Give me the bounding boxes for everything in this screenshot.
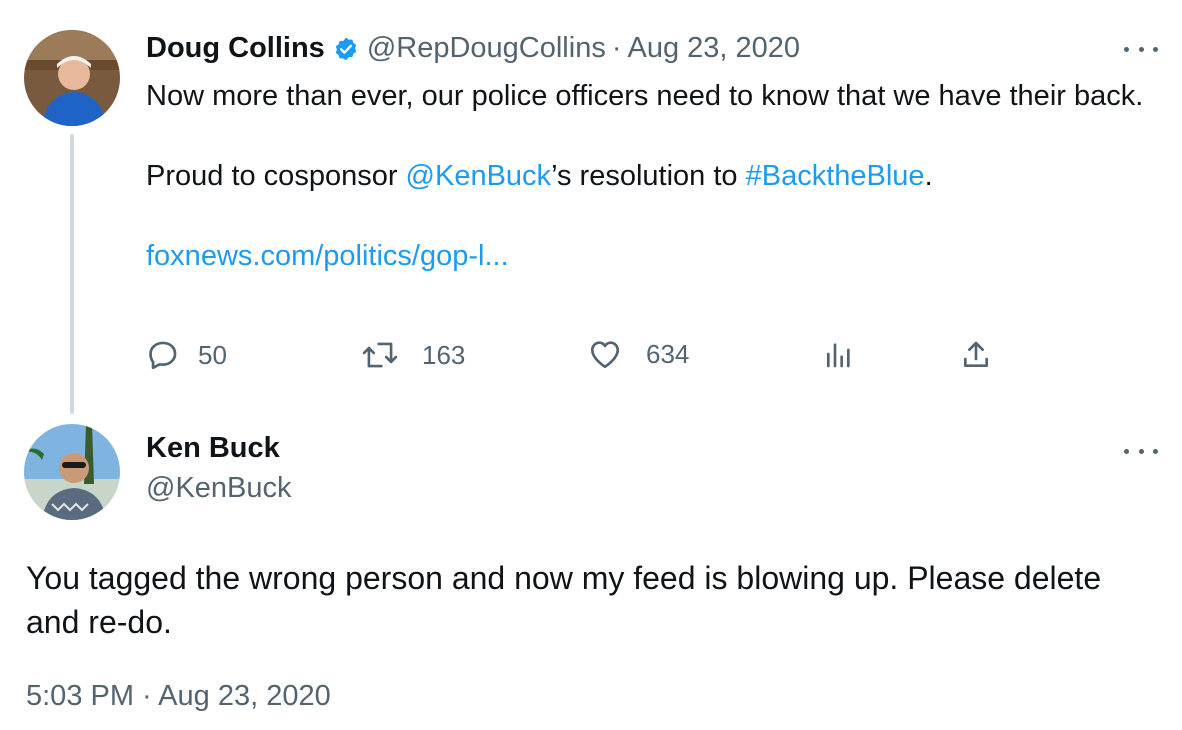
retweet-icon <box>362 342 398 368</box>
separator-dot: · <box>611 32 622 64</box>
reply-author-handle[interactable]: @KenBuck <box>146 472 292 505</box>
share-button[interactable] <box>960 338 992 372</box>
thread-connector-line <box>70 134 74 414</box>
mention-link[interactable]: @KenBuck <box>406 160 552 192</box>
like-count: 634 <box>646 338 690 369</box>
tweet-actions: 50 163 634 <box>146 338 1006 380</box>
reply-icon <box>149 341 177 370</box>
more-options-icon[interactable] <box>1124 446 1158 456</box>
share-icon <box>964 341 988 367</box>
tweet-text-line2: Proud to cosponsor @KenBuck’s resolution… <box>146 156 1146 196</box>
retweet-button[interactable]: 163 <box>362 338 465 372</box>
author-name[interactable]: Doug Collins <box>146 32 325 65</box>
views-icon <box>827 343 850 368</box>
author-handle[interactable]: @RepDougCollins <box>367 32 606 65</box>
tweet-text-line1: Now more than ever, our police officers … <box>146 80 1144 112</box>
external-link[interactable]: foxnews.com/politics/gop-l... <box>146 236 1146 276</box>
like-icon <box>590 341 620 369</box>
text-prefix: Proud to cosponsor <box>146 160 406 192</box>
verified-badge-icon <box>333 36 359 62</box>
hashtag-link[interactable]: #BacktheBlue <box>746 160 925 192</box>
tweet-header: Doug Collins @RepDougCollins · Aug 23, 2… <box>146 32 800 65</box>
more-options-icon[interactable] <box>1124 44 1158 54</box>
avatar-doug-collins[interactable] <box>24 30 120 126</box>
reply-timestamp[interactable]: 5:03 PM · Aug 23, 2020 <box>26 680 331 713</box>
like-button[interactable]: 634 <box>588 338 689 370</box>
reply-text: You tagged the wrong person and now my f… <box>26 560 1102 640</box>
reply-author-name[interactable]: Ken Buck <box>146 432 280 465</box>
text-middle: ’s resolution to <box>551 160 746 192</box>
tweet-date[interactable]: Aug 23, 2020 <box>628 32 801 65</box>
tweet-text: Now more than ever, our police officers … <box>146 76 1146 276</box>
text-suffix: . <box>924 160 933 192</box>
avatar-ken-buck[interactable] <box>24 424 120 520</box>
reply-count: 50 <box>198 339 227 370</box>
retweet-count: 163 <box>422 339 466 370</box>
views-button[interactable] <box>824 338 854 370</box>
reply-button[interactable]: 50 <box>146 338 227 372</box>
